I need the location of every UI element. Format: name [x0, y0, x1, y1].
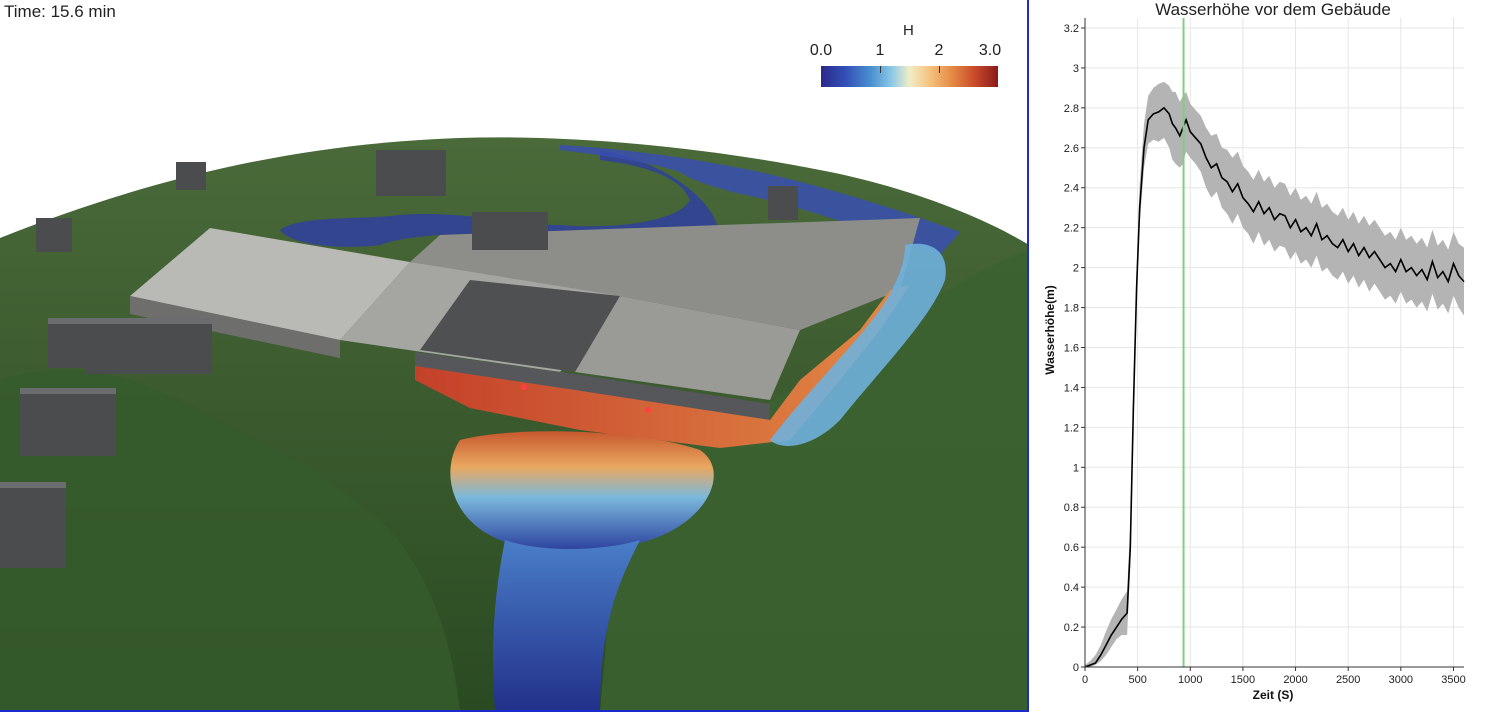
- y-tick-labels: 0 0.2 0.4 0.6 0.8 1 1.2 1.4 1.6 1.8 2 2.2 2.4 2.6 2.8 3…: [1064, 23, 1079, 674]
- y-tick-label: 1.8: [1064, 303, 1079, 315]
- x-tick-label: 3500: [1441, 674, 1465, 686]
- y-tick-label: 1.2: [1064, 422, 1079, 434]
- color-legend-tick: 3.0: [978, 42, 1002, 59]
- y-tick-label: 3.2: [1064, 23, 1079, 35]
- x-axis-label: Zeit (S): [1253, 688, 1294, 702]
- x-tick-label: 2000: [1283, 674, 1307, 686]
- y-tick-label: 0: [1073, 662, 1079, 674]
- y-tick-label: 0.4: [1064, 582, 1079, 594]
- render-view-3d[interactable]: Time: 15.6 min H 0.0 1 2 3.0: [0, 0, 1029, 712]
- line-chart[interactable]: Wasserhöhe vor dem Gebäude 0 0.2 0.4 0.6 0.8…: [1040, 0, 1486, 714]
- x-tick-label: 2500: [1336, 674, 1360, 686]
- sensor-point[interactable]: [521, 384, 527, 390]
- time-label: Time: 15.6 min: [4, 2, 116, 21]
- sensor-point[interactable]: [645, 407, 651, 413]
- x-tick-label: 0: [1082, 674, 1088, 686]
- color-legend-tickmark: [880, 66, 881, 73]
- y-tick-label: 2.4: [1064, 183, 1079, 195]
- chart-grid: [1084, 18, 1464, 668]
- color-legend-title: H: [903, 22, 914, 39]
- color-legend-tick: 1: [875, 42, 885, 59]
- terrain-scene[interactable]: [0, 0, 1029, 712]
- x-tick-label: 500: [1128, 674, 1146, 686]
- y-tick-label: 3: [1073, 63, 1079, 75]
- x-tick-labels: 0 500 1000 1500 2000 2500 3000 3500: [1082, 674, 1466, 686]
- y-tick-label: 1: [1073, 462, 1079, 474]
- y-axis-label: Wasserhöhe(m): [1043, 285, 1057, 375]
- x-tick-label: 1000: [1178, 674, 1202, 686]
- color-legend-bar: [821, 66, 998, 87]
- chart-title: Wasserhöhe vor dem Gebäude: [1155, 0, 1391, 19]
- color-legend-tick: 2: [934, 42, 944, 59]
- y-tick-label: 2: [1073, 263, 1079, 275]
- chart-view[interactable]: Wasserhöhe vor dem Gebäude 0 0.2 0.4 0.6 0.8…: [1040, 0, 1486, 714]
- y-tick-label: 0.2: [1064, 622, 1079, 634]
- y-tick-label: 2.6: [1064, 143, 1079, 155]
- y-tick-label: 0.8: [1064, 502, 1079, 514]
- y-tick-label: 1.6: [1064, 342, 1079, 354]
- x-tick-label: 3000: [1389, 674, 1413, 686]
- y-tick-label: 0.6: [1064, 542, 1079, 554]
- x-tick-label: 1500: [1231, 674, 1255, 686]
- y-tick-label: 2.2: [1064, 223, 1079, 235]
- chart-axes: [1081, 18, 1464, 671]
- y-tick-label: 2.8: [1064, 103, 1079, 115]
- color-legend-tick: 0.0: [809, 42, 833, 59]
- color-legend: H 0.0 1 2 3.0: [800, 22, 1010, 92]
- y-tick-label: 1.4: [1064, 382, 1079, 394]
- color-legend-tickmark: [939, 66, 940, 73]
